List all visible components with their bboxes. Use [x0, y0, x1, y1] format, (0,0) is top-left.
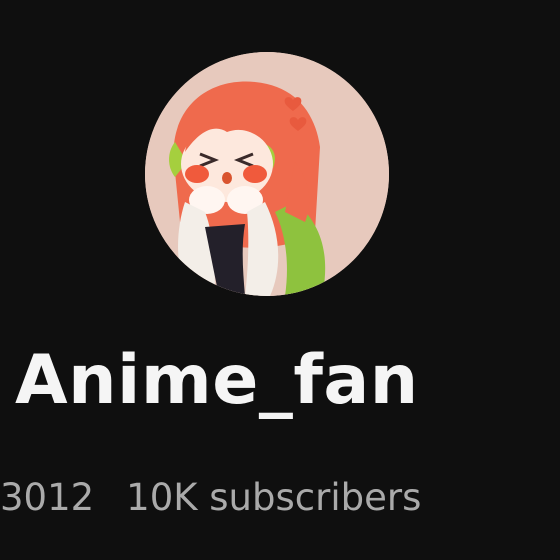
- channel-avatar[interactable]: [145, 52, 389, 296]
- channel-name: Anime_fan: [15, 341, 419, 420]
- channel-meta: 3012 10K subscribers: [0, 476, 421, 520]
- channel-handle[interactable]: 3012: [0, 476, 94, 519]
- channel-header: Anime_fan 3012 10K subscribers: [0, 0, 560, 560]
- subscriber-count: 10K subscribers: [126, 476, 422, 519]
- anime-girl-avatar-icon: [145, 52, 389, 296]
